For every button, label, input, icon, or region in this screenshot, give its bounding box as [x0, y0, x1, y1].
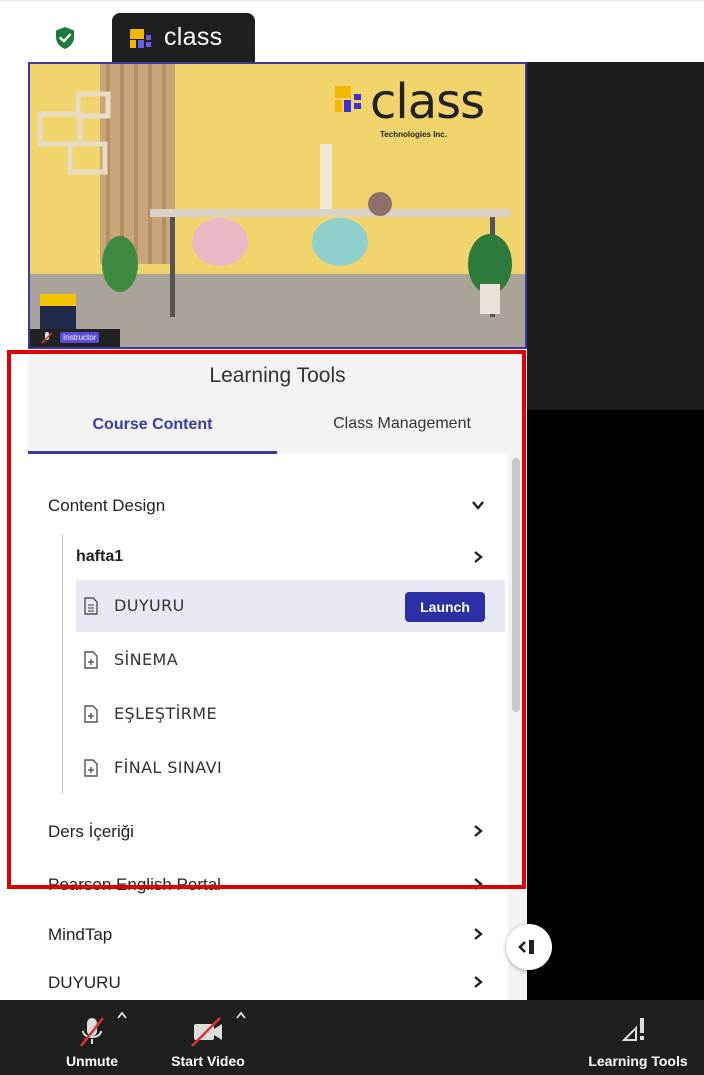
instructor-video-tile[interactable]: class Technologies Inc. Instructor: [28, 62, 527, 349]
lesson-label: DUYURU: [114, 596, 185, 615]
lesson-row-sinema[interactable]: SİNEMA: [76, 634, 505, 686]
quiz-document-icon: [84, 651, 98, 669]
tab-course-content[interactable]: Course Content: [28, 405, 277, 453]
tree-section-content-design[interactable]: Content Design: [48, 496, 165, 516]
class-brand-logo-icon: [335, 86, 361, 112]
lesson-label: SİNEMA: [114, 650, 179, 669]
lesson-row-eslestirme[interactable]: EŞLEŞTİRME: [76, 688, 505, 740]
learning-tools-button[interactable]: Learning Tools: [574, 1000, 702, 1075]
mic-muted-icon: [41, 332, 53, 344]
learning-tools-label: Learning Tools: [588, 1053, 688, 1069]
video-off-icon: [191, 1011, 246, 1047]
quiz-document-icon: [84, 705, 98, 723]
collapse-arrow-icon: [518, 940, 534, 954]
tree-guide-line: [62, 534, 63, 794]
lesson-row-duyuru[interactable]: DUYURU Launch: [76, 580, 505, 632]
brand-name: class: [370, 74, 485, 130]
brand-subtitle: Technologies Inc.: [380, 130, 447, 139]
chevron-right-icon[interactable]: [471, 877, 485, 891]
left-margin: [0, 62, 28, 1000]
video-grid-area: [527, 62, 704, 410]
chevron-right-icon[interactable]: [471, 824, 485, 838]
chevron-right-icon[interactable]: [471, 550, 485, 564]
instructor-badge: Instructor: [30, 329, 120, 347]
instructor-label: Instructor: [60, 332, 100, 343]
class-logo-icon: [130, 29, 151, 48]
chevron-right-icon[interactable]: [471, 975, 485, 989]
unmute-button[interactable]: Unmute: [52, 1000, 132, 1075]
lesson-label: EŞLEŞTİRME: [114, 704, 217, 723]
tree-section-ders-icerigi[interactable]: Ders İçeriği: [48, 822, 134, 842]
scrollbar-thumb[interactable]: [512, 458, 520, 712]
tab-class-management[interactable]: Class Management: [277, 405, 527, 453]
tree-section-duyuru[interactable]: DUYURU: [48, 973, 121, 993]
tree-section-pearson[interactable]: Pearson English Portal: [48, 875, 221, 895]
browser-tab-title: class: [164, 23, 223, 51]
document-icon: [84, 597, 98, 615]
course-content-tree: Content Design hafta1 DUYURU Launch SİNE…: [28, 454, 508, 1000]
panel-title: Learning Tools: [209, 364, 346, 387]
unmute-label: Unmute: [65, 1053, 119, 1069]
lesson-row-final-sinavi[interactable]: FİNAL SINAVI: [76, 742, 505, 794]
launch-button[interactable]: Launch: [405, 592, 485, 622]
browser-tab-class[interactable]: class: [112, 13, 255, 63]
chevron-right-icon[interactable]: [471, 927, 485, 941]
chevron-down-icon[interactable]: [471, 498, 485, 512]
start-video-button[interactable]: Start Video: [158, 1000, 258, 1075]
start-video-label: Start Video: [171, 1053, 245, 1069]
collapse-panel-button[interactable]: [506, 924, 552, 970]
quiz-document-icon: [84, 759, 98, 777]
tree-section-mindtap[interactable]: MindTap: [48, 925, 112, 945]
lesson-label: FİNAL SINAVI: [114, 758, 223, 777]
meeting-toolbar: Unmute Start Video Learning Tools: [0, 1000, 704, 1075]
tree-folder-hafta1[interactable]: hafta1: [76, 548, 123, 566]
stage-area: [527, 410, 704, 1000]
mic-muted-icon: [80, 1011, 127, 1047]
learning-tools-icon: [621, 1018, 644, 1041]
shield-check-icon[interactable]: [54, 26, 76, 50]
browser-top-bar: class: [0, 0, 704, 63]
